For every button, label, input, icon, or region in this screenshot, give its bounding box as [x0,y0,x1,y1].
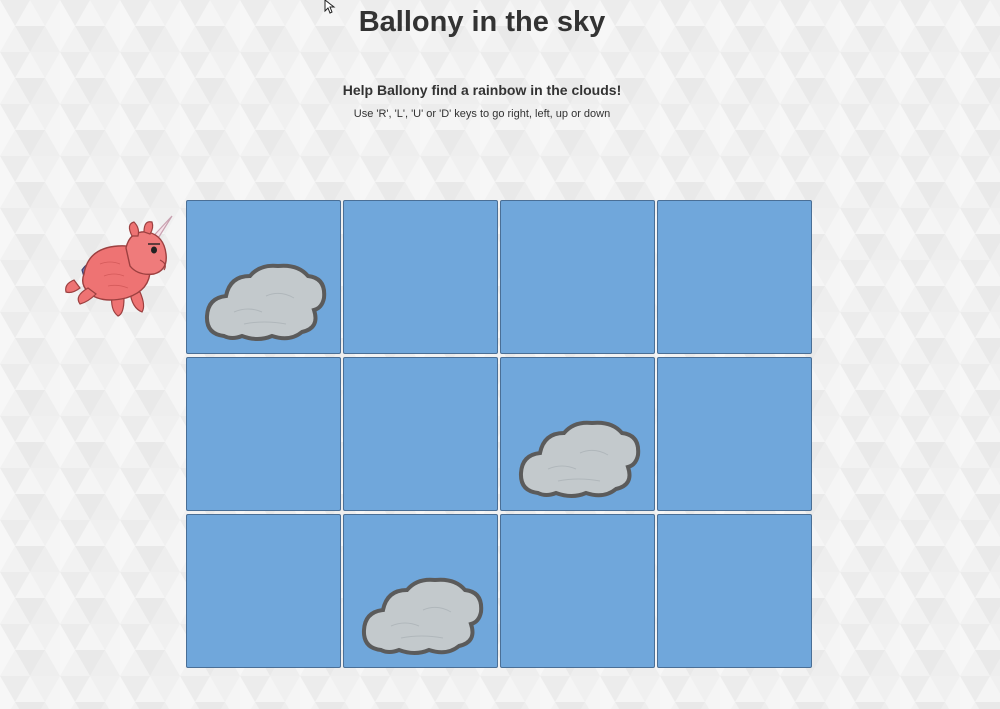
cloud-icon [361,577,484,655]
board-tile-r0-c1[interactable] [343,200,498,354]
mouse-pointer-icon [324,0,336,14]
board-tile-r0-c2[interactable] [500,200,655,354]
board-tile-r1-c1[interactable] [343,357,498,511]
game-subtitle: Help Ballony find a rainbow in the cloud… [342,82,622,98]
board-tile-r2-c3[interactable] [657,514,812,668]
board-tile-r2-c2[interactable] [500,514,655,668]
cloud-icon [204,263,327,341]
board-tile-r0-c3[interactable] [657,200,812,354]
ballony-player-icon [65,215,173,317]
board-tile-r2-c0[interactable] [186,514,341,668]
page-title: Ballony in the sky [358,6,606,38]
cloud-icon [518,420,641,498]
game-instructions: Use 'R', 'L', 'U' or 'D' keys to go righ… [353,108,611,120]
board-tile-r1-c3[interactable] [657,357,812,511]
game-board[interactable] [186,200,814,670]
board-tile-r1-c0[interactable] [186,357,341,511]
